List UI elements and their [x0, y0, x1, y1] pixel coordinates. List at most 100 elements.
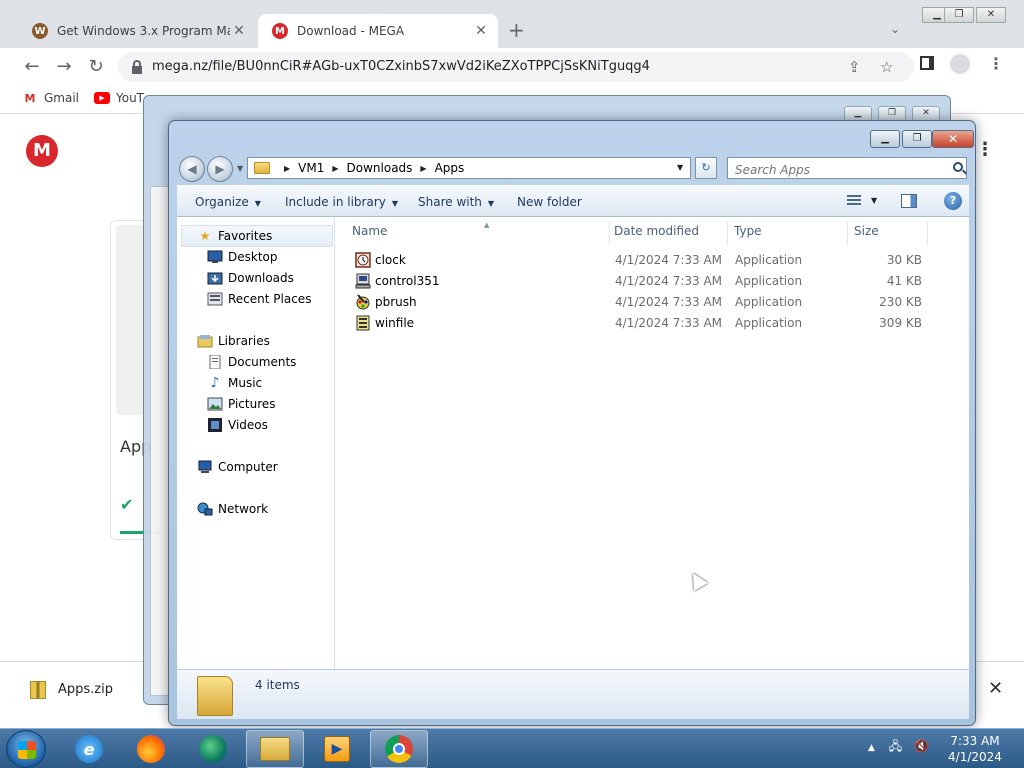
- internet-explorer-icon: e: [75, 735, 103, 763]
- close-icon[interactable]: ✕: [988, 678, 1003, 699]
- network-icon[interactable]: 🖧: [889, 739, 902, 753]
- reload-icon[interactable]: ↻: [84, 56, 108, 77]
- close-button[interactable]: ✕: [932, 130, 974, 148]
- views-icon[interactable]: [847, 195, 861, 207]
- address-bar[interactable]: mega.nz/file/BU0nnCiR#AGb-uxT0CZxinbS7xw…: [118, 52, 914, 82]
- breadcrumb-vm1[interactable]: VM1: [298, 161, 324, 175]
- nav-recent-places[interactable]: Recent Places: [207, 292, 311, 306]
- star-icon[interactable]: ☆: [880, 58, 893, 76]
- volume-muted-icon[interactable]: 🔇: [914, 739, 929, 753]
- file-type: Application: [735, 295, 803, 309]
- profile-icon[interactable]: [950, 54, 970, 74]
- nav-label: Libraries: [218, 334, 270, 348]
- file-row-control351[interactable]: control351 4/1/2024 7:33 AM Application …: [336, 271, 969, 292]
- close-tab-icon[interactable]: ✕: [472, 23, 490, 39]
- search-input[interactable]: [727, 157, 967, 179]
- bookmark-youtube[interactable]: ▶ YouT: [94, 91, 144, 105]
- nav-music[interactable]: ♪ Music: [207, 375, 263, 391]
- back-icon[interactable]: ←: [20, 56, 44, 77]
- desktop-icon: [207, 250, 223, 264]
- recent-pages-dropdown[interactable]: ▼: [237, 164, 243, 173]
- taskbar-firefox[interactable]: [122, 730, 180, 768]
- column-header-name[interactable]: Name ▲: [346, 221, 610, 245]
- share-icon[interactable]: ⇪: [848, 58, 861, 76]
- bookmark-gmail[interactable]: M Gmail: [22, 91, 80, 105]
- download-item[interactable]: Apps.zip: [58, 682, 113, 697]
- new-tab-button[interactable]: +: [508, 18, 525, 42]
- address-dropdown-icon[interactable]: ▼: [677, 163, 683, 172]
- nav-network[interactable]: Network: [197, 502, 268, 516]
- include-in-library-button[interactable]: Include in library ▼: [285, 195, 398, 209]
- clock[interactable]: 7:33 AM 4/1/2024: [940, 733, 1010, 765]
- menu-icon[interactable]: ⋮: [988, 54, 1004, 73]
- close-button[interactable]: ✕: [976, 7, 1006, 23]
- taskbar-internet-explorer[interactable]: e: [60, 730, 118, 768]
- details-pane: 4 items: [177, 669, 969, 719]
- minimize-button[interactable]: ▁: [870, 130, 900, 148]
- explorer-window[interactable]: ▁ ❐ ✕ ◀ ▶ ▼ ▶ VM1 ▶ Downloads ▶ Apps ▼ ↻…: [168, 120, 976, 726]
- chevron-down-icon[interactable]: ▼: [871, 196, 877, 205]
- chevron-right-icon[interactable]: ▶: [332, 164, 338, 173]
- show-hidden-icons-icon[interactable]: ▲: [868, 743, 875, 753]
- taskbar-edge[interactable]: [184, 730, 242, 768]
- chevron-right-icon[interactable]: ▶: [420, 164, 426, 173]
- url-text: mega.nz/file/BU0nnCiR#AGb-uxT0CZxinbS7xw…: [152, 59, 650, 74]
- control-panel-icon: [355, 273, 371, 289]
- restore-button[interactable]: ❐: [944, 7, 974, 23]
- breadcrumb-apps[interactable]: Apps: [435, 161, 465, 175]
- refresh-icon[interactable]: ↻: [695, 157, 717, 179]
- mega-logo[interactable]: M: [26, 135, 58, 167]
- column-header-date[interactable]: Date modified: [608, 221, 728, 245]
- new-folder-button[interactable]: New folder: [517, 195, 582, 209]
- taskbar-file-explorer[interactable]: [246, 730, 304, 768]
- file-size: 230 KB: [879, 295, 922, 309]
- file-row-clock[interactable]: clock 4/1/2024 7:33 AM Application 30 KB: [336, 250, 969, 271]
- search-icon[interactable]: [953, 162, 963, 172]
- checkmark-icon: ✔: [120, 495, 134, 514]
- tab-search-icon[interactable]: ⌄: [890, 22, 900, 36]
- nav-libraries[interactable]: Libraries: [197, 334, 270, 348]
- documents-icon: [207, 355, 223, 369]
- tab-windows3x[interactable]: W Get Windows 3.x Program Manag ✕: [18, 14, 256, 48]
- file-row-winfile[interactable]: winfile 4/1/2024 7:33 AM Application 309…: [336, 313, 969, 334]
- file-list-pane: Name ▲ Date modified Type Size clock 4/1/…: [336, 217, 969, 669]
- file-row-pbrush[interactable]: pbrush 4/1/2024 7:33 AM Application 230 …: [336, 292, 969, 313]
- nav-pictures[interactable]: Pictures: [207, 397, 276, 411]
- start-button[interactable]: [6, 730, 46, 768]
- column-label: Type: [734, 224, 762, 238]
- nav-videos[interactable]: Videos: [207, 418, 268, 432]
- help-icon[interactable]: ?: [944, 192, 962, 210]
- forward-icon[interactable]: ▶: [207, 156, 233, 182]
- forward-icon[interactable]: →: [52, 56, 76, 77]
- zip-file-icon: [30, 681, 46, 699]
- windows-logo-icon: [18, 741, 36, 759]
- navigation-bar: ◀ ▶ ▼ ▶ VM1 ▶ Downloads ▶ Apps ▼ ↻: [177, 154, 969, 184]
- command-bar: Organize ▼ Include in library ▼ Share with…: [177, 185, 969, 217]
- column-header-size[interactable]: Size: [848, 221, 928, 245]
- network-icon: [197, 502, 213, 516]
- taskbar-media-player[interactable]: ▶: [308, 730, 366, 768]
- share-with-button[interactable]: Share with ▼: [418, 195, 494, 209]
- address-bar[interactable]: ▶ VM1 ▶ Downloads ▶ Apps: [247, 157, 691, 179]
- restore-button[interactable]: ❐: [902, 130, 932, 148]
- navigation-pane: ★ Favorites Desktop Downloads Recent Pla…: [177, 217, 335, 669]
- column-header-type[interactable]: Type: [728, 221, 848, 245]
- preview-pane-icon[interactable]: [901, 194, 917, 208]
- folder-icon: [197, 676, 233, 716]
- breadcrumb-downloads[interactable]: Downloads: [347, 161, 413, 175]
- organize-button[interactable]: Organize ▼: [195, 195, 261, 209]
- tab-mega[interactable]: M Download - MEGA ✕: [258, 14, 498, 48]
- chevron-right-icon[interactable]: ▶: [284, 164, 290, 173]
- nav-computer[interactable]: Computer: [197, 460, 278, 474]
- side-panel-icon[interactable]: [920, 56, 934, 70]
- back-icon[interactable]: ◀: [179, 156, 205, 182]
- nav-label: Music: [228, 376, 263, 390]
- nav-downloads[interactable]: Downloads: [207, 271, 294, 285]
- nav-documents[interactable]: Documents: [207, 355, 296, 369]
- taskbar-chrome[interactable]: [370, 730, 428, 768]
- nav-favorites[interactable]: ★ Favorites: [197, 229, 273, 243]
- close-tab-icon[interactable]: ✕: [230, 23, 248, 39]
- nav-desktop[interactable]: Desktop: [207, 250, 278, 264]
- chevron-down-icon: ▼: [254, 199, 261, 208]
- menu-icon[interactable]: ⋮: [976, 139, 994, 160]
